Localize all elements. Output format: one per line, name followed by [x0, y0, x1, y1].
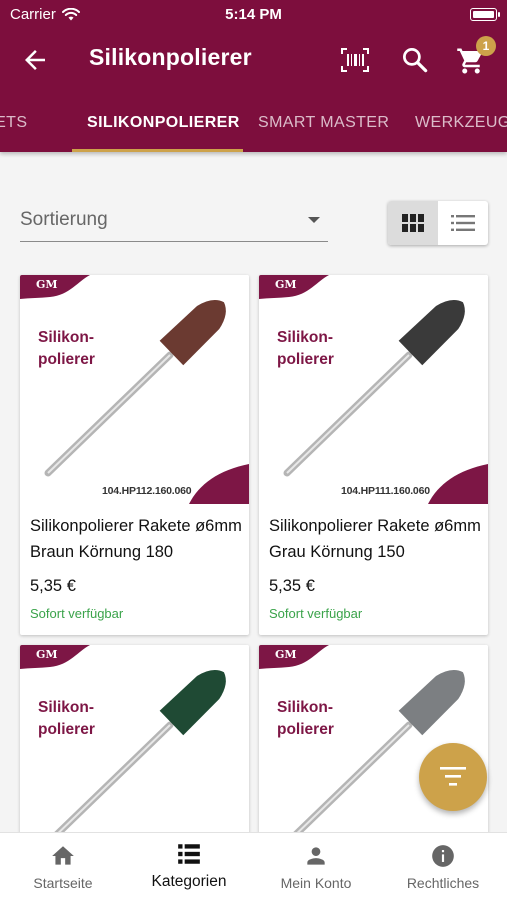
product-sku: 104.HP111.160.060 — [341, 485, 430, 497]
bottom-navigation: Startseite Kategorien Mein Konto Rechtli… — [0, 832, 507, 900]
barcode-scanner-icon[interactable] — [340, 46, 370, 74]
list-icon — [178, 844, 200, 864]
tab-werkzeug[interactable]: WERKZEUG — [415, 114, 507, 132]
grid-icon — [402, 214, 424, 232]
sort-label: Sortierung — [20, 209, 108, 230]
product-card[interactable]: GM Silikon- polierer 104.HP112.160.060 S… — [20, 275, 249, 635]
nav-label: Rechtliches — [406, 875, 480, 891]
nav-kategorien[interactable]: Kategorien — [126, 833, 252, 900]
availability-status: Sofort verfügbar — [269, 606, 363, 621]
status-bar: Carrier 5:14 PM — [0, 0, 507, 30]
product-card[interactable]: GM Silikon- polierer — [20, 645, 249, 845]
back-arrow-icon[interactable] — [20, 45, 50, 75]
status-time: 5:14 PM — [225, 6, 282, 23]
battery-icon — [470, 8, 500, 21]
product-title: Silikonpolierer Rakete ø6mm Braun Körnun… — [30, 517, 242, 561]
toolbar: Silikonpolierer 1 — [0, 30, 507, 90]
nav-startseite[interactable]: Startseite — [0, 833, 126, 900]
person-icon — [307, 847, 325, 865]
corner-decoration — [189, 464, 249, 504]
search-icon[interactable] — [400, 45, 430, 75]
product-title: Silikonpolierer Rakete ø6mm Grau Körnung… — [269, 517, 481, 561]
product-sku: 104.HP112.160.060 — [102, 485, 192, 497]
corner-decoration — [428, 464, 488, 504]
cart-count-badge: 1 — [476, 36, 496, 56]
info-icon — [432, 845, 454, 867]
nav-rechtliches[interactable]: Rechtliches — [380, 833, 506, 900]
filter-button[interactable] — [419, 743, 487, 811]
category-tabs: SETS SILIKONPOLIERER SMART MASTER WERKZE… — [0, 90, 507, 152]
product-image: GM Silikon- polierer — [20, 645, 249, 845]
list-view-icon — [451, 215, 475, 231]
filter-icon — [440, 767, 466, 786]
nav-mein-konto[interactable]: Mein Konto — [253, 833, 379, 900]
cart-button[interactable]: 1 — [456, 36, 496, 76]
product-image: GM Silikon- polierer 104.HP111.160.060 — [259, 275, 488, 504]
home-icon — [52, 846, 74, 865]
nav-label: Startseite — [33, 875, 93, 891]
tab-smart-master[interactable]: SMART MASTER — [258, 114, 389, 132]
dropdown-caret-icon — [308, 217, 320, 223]
active-tab-indicator — [72, 149, 243, 152]
product-image: GM Silikon- polierer 104.HP112.160.060 — [20, 275, 249, 504]
list-view-button[interactable] — [438, 201, 488, 245]
grid-view-button[interactable] — [388, 201, 438, 245]
availability-status: Sofort verfügbar — [30, 606, 124, 621]
nav-label: Kategorien — [151, 873, 227, 890]
tab-silikonpolierer[interactable]: SILIKONPOLIERER — [87, 114, 240, 132]
sort-dropdown[interactable]: Sortierung — [20, 200, 328, 242]
product-card[interactable]: GM Silikon- polierer 104.HP111.160.060 S… — [259, 275, 488, 635]
nav-label: Mein Konto — [280, 875, 352, 891]
product-price: 5,35 € — [30, 577, 76, 595]
tab-sets[interactable]: SETS — [0, 114, 27, 132]
polisher-image — [44, 670, 226, 845]
product-price: 5,35 € — [269, 577, 315, 595]
app-bar: Carrier 5:14 PM Silikonpolierer 1 ETS SI… — [0, 0, 507, 152]
view-toggle — [388, 201, 488, 245]
page-title: Silikonpolierer — [89, 44, 252, 70]
